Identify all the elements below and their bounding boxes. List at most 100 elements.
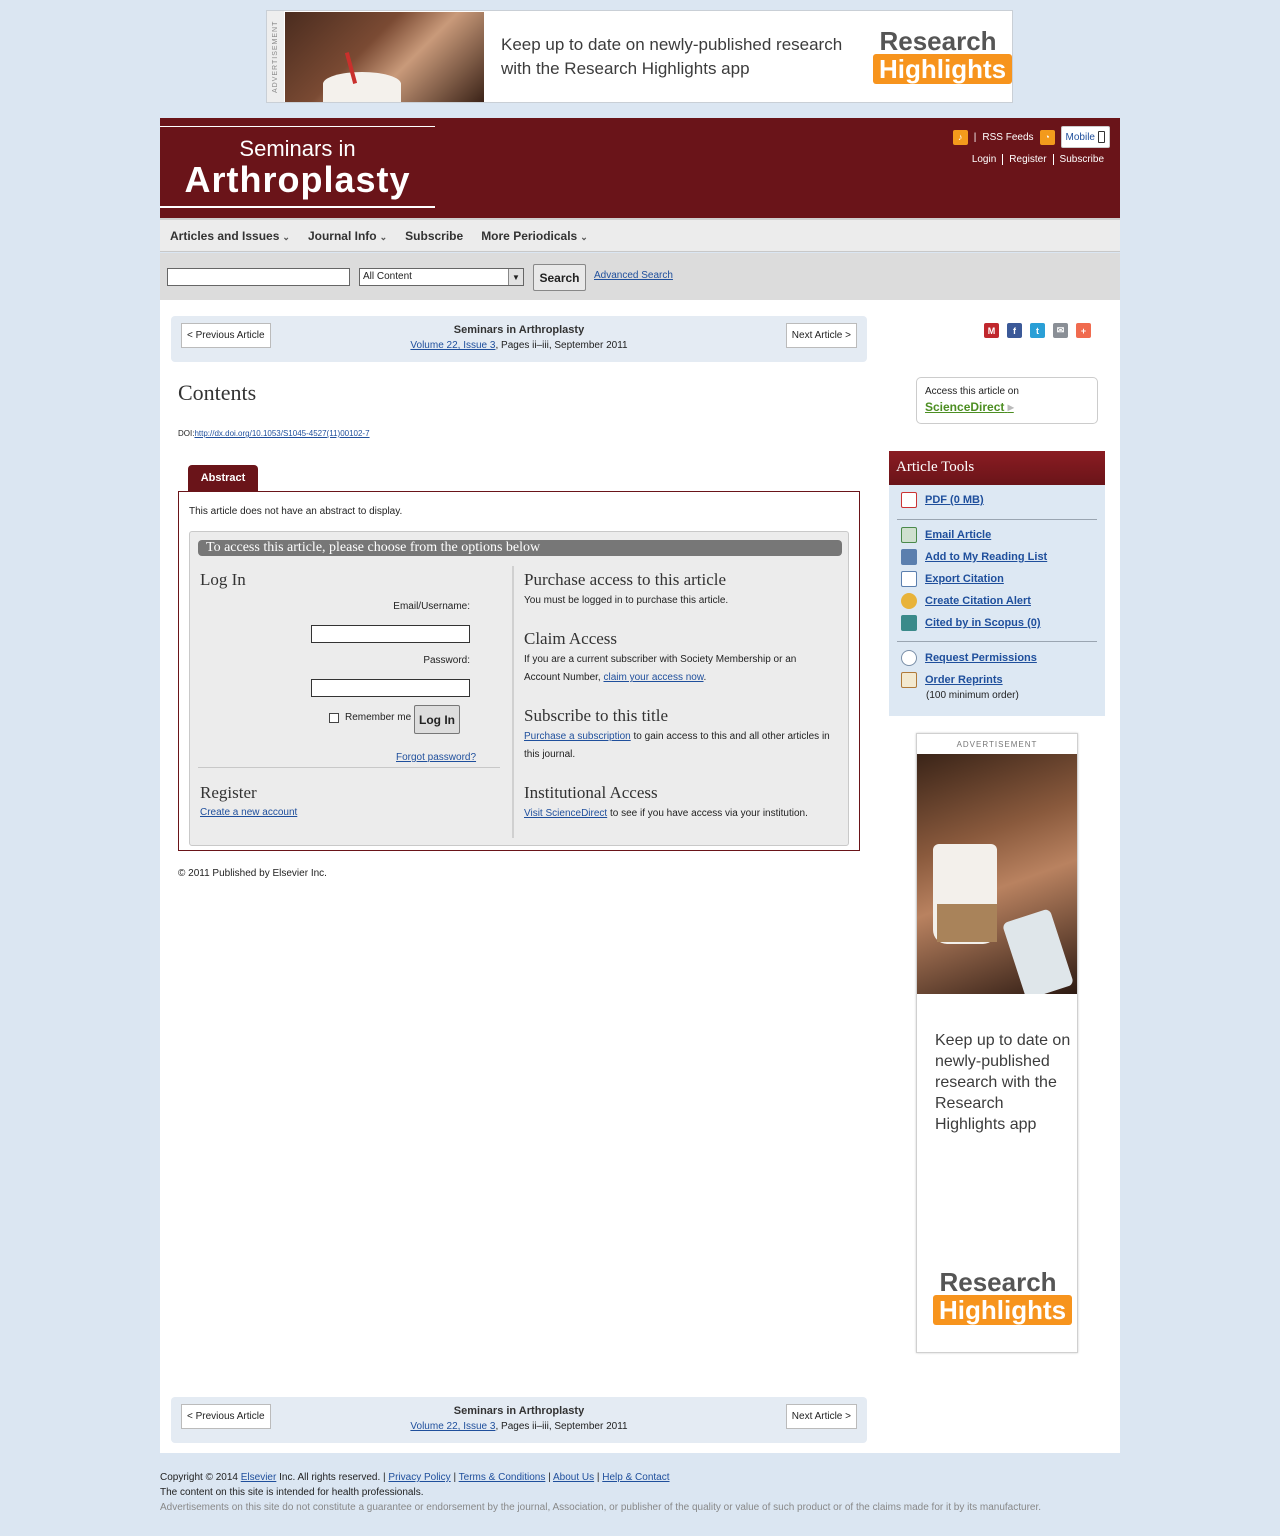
ad-label: ADVERTISEMENT [267, 11, 284, 102]
ad-photo [285, 12, 484, 102]
reprints-icon [901, 672, 917, 688]
help-contact-link[interactable]: Help & Contact [602, 1472, 669, 1483]
article-copyright: © 2011 Published by Elsevier Inc. [178, 868, 327, 879]
doi: DOI:http://dx.doi.org/10.1053/S1045-4527… [178, 429, 370, 438]
login-heading: Log In [200, 570, 246, 589]
access-options-bar: To access this article, please choose fr… [198, 540, 842, 556]
ad-label: ADVERTISEMENT [956, 740, 1038, 749]
facebook-icon[interactable]: f [1007, 323, 1022, 338]
column-divider [512, 566, 514, 838]
twitter-icon[interactable]: t [1030, 323, 1045, 338]
email-label: Email/Username: [393, 601, 470, 612]
article-tools-heading: Article Tools [889, 451, 1105, 485]
main-nav: Articles and Issues ⌄ Journal Info ⌄ Subsc… [160, 218, 1120, 252]
main-content: < Previous Article Seminars in Arthropla… [160, 300, 1120, 1453]
chevron-down-icon: ⌄ [379, 231, 388, 242]
export-citation-icon [901, 571, 917, 587]
export-citation-link[interactable]: Export Citation [901, 571, 1004, 587]
copyright-icon [901, 650, 917, 666]
volume-issue-link[interactable]: Volume 22, Issue 3 [410, 340, 495, 351]
password-label: Password: [423, 655, 470, 666]
nav-subscribe[interactable]: Subscribe [405, 229, 463, 243]
dropdown-arrow-icon: ▼ [508, 269, 523, 285]
search-bar: All Content ▼ Search Advanced Search [160, 253, 1120, 300]
elsevier-link[interactable]: Elsevier [241, 1472, 277, 1483]
institutional-text: Visit ScienceDirect to see if you have a… [524, 808, 808, 819]
arrow-right-icon: ▸ [1007, 400, 1014, 414]
share-icons: M f t ✉ + [984, 323, 1091, 338]
nav-articles-and-issues[interactable]: Articles and Issues ⌄ [170, 229, 290, 243]
next-article-button[interactable]: Next Article > [785, 323, 857, 348]
footer-copyright: Copyright © 2014 Elsevier Inc. All right… [160, 1472, 670, 1483]
remember-me-checkbox[interactable] [329, 713, 339, 723]
more-share-icon[interactable]: + [1076, 323, 1091, 338]
journal-logo[interactable]: Seminars in Arthroplasty [160, 126, 435, 208]
subscribe-heading: Subscribe to this title [524, 706, 669, 725]
research-highlights-logo: Research Highlights [933, 1269, 1073, 1325]
email-article-link[interactable]: Email Article [901, 527, 991, 543]
pages-text: , Pages ii–iii, September 2011 [495, 1421, 628, 1432]
email-icon[interactable]: ✉ [1053, 323, 1068, 338]
about-us-link[interactable]: About Us [553, 1472, 594, 1483]
top-advertisement[interactable]: ADVERTISEMENT Keep up to date on newly-p… [266, 10, 1013, 103]
claim-heading: Claim Access [524, 629, 618, 648]
visit-sciencedirect-link[interactable]: Visit ScienceDirect [524, 808, 607, 819]
abstract-panel: This article does not have an abstract t… [178, 491, 860, 851]
rss-icon[interactable]: ◔ [1039, 129, 1055, 145]
next-article-button[interactable]: Next Article > [785, 1404, 857, 1429]
mendeley-icon[interactable]: M [984, 323, 999, 338]
ad-text: Keep up to date on newly-published resea… [935, 1032, 1071, 1133]
citation-alert-link[interactable]: Create Citation Alert [901, 593, 1031, 609]
scopus-icon [901, 615, 917, 631]
bell-icon [901, 593, 917, 609]
access-options: To access this article, please choose fr… [189, 531, 849, 846]
side-advertisement[interactable]: ADVERTISEMENT Keep up to date on newly-p… [916, 733, 1078, 1353]
pages-text: , Pages ii–iii, September 2011 [495, 340, 628, 351]
ad-text: Keep up to date on newly-published resea… [501, 35, 843, 78]
login-link[interactable]: Login [966, 154, 1002, 165]
login-divider [198, 767, 500, 768]
mobile-button[interactable]: Mobile [1060, 126, 1110, 148]
nav-more-periodicals[interactable]: More Periodicals ⌄ [481, 229, 588, 243]
reading-list-link[interactable]: Add to My Reading List [901, 549, 1047, 565]
footer-ad-disclaimer: Advertisements on this site do not const… [160, 1502, 1042, 1513]
ad-photo [917, 754, 1077, 994]
advanced-search-link[interactable]: Advanced Search [594, 270, 673, 281]
scopus-link[interactable]: Cited by in Scopus (0) [901, 615, 1041, 631]
doi-link[interactable]: http://dx.doi.org/10.1053/S1045-4527(11)… [194, 429, 369, 438]
terms-link[interactable]: Terms & Conditions [459, 1472, 546, 1483]
subscribe-link[interactable]: Subscribe [1052, 154, 1110, 165]
privacy-policy-link[interactable]: Privacy Policy [388, 1472, 450, 1483]
create-account-link[interactable]: Create a new account [200, 804, 297, 822]
chevron-down-icon: ⌄ [580, 231, 588, 242]
rss-feeds-link[interactable]: RSS Feeds [982, 132, 1033, 143]
register-link[interactable]: Register [1002, 154, 1052, 165]
search-scope-select[interactable]: All Content ▼ [359, 268, 524, 286]
sciencedirect-box: Access this article on ScienceDirect ▸ [916, 377, 1098, 424]
purchase-text: You must be logged in to purchase this a… [524, 595, 729, 606]
chevron-down-icon: ⌄ [282, 231, 290, 242]
volume-issue-link[interactable]: Volume 22, Issue 3 [410, 1421, 495, 1432]
article-tools: Article Tools PDF (0 MB) Email Article A… [889, 451, 1105, 716]
article-title: Contents [178, 380, 257, 405]
claim-text: If you are a current subscriber with Soc… [524, 654, 797, 683]
reading-list-icon [901, 549, 917, 565]
search-input[interactable] [167, 268, 350, 286]
sciencedirect-link[interactable]: ScienceDirect ▸ [925, 400, 1097, 414]
forgot-password-link[interactable]: Forgot password? [396, 749, 476, 767]
purchase-subscription-link[interactable]: Purchase a subscription [524, 731, 631, 742]
search-button[interactable]: Search [533, 264, 586, 291]
claim-access-link[interactable]: claim your access now [603, 672, 703, 683]
pdf-link[interactable]: PDF (0 MB) [901, 492, 984, 508]
podcast-icon[interactable]: ♪ [952, 129, 968, 145]
email-field[interactable] [311, 625, 470, 643]
tab-abstract[interactable]: Abstract [188, 465, 258, 491]
login-button[interactable]: Log In [414, 705, 460, 734]
order-reprints-link[interactable]: Order Reprints [901, 672, 1003, 688]
article-nav-top: < Previous Article Seminars in Arthropla… [171, 316, 867, 362]
sciencedirect-label: Access this article on [925, 386, 1019, 397]
nav-journal-info[interactable]: Journal Info ⌄ [308, 229, 387, 243]
institutional-heading: Institutional Access [524, 783, 658, 802]
password-field[interactable] [311, 679, 470, 697]
request-permissions-link[interactable]: Request Permissions [901, 650, 1037, 666]
